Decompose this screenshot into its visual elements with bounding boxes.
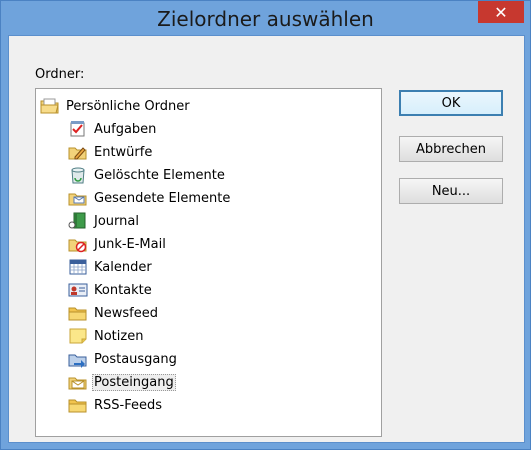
tree-item-label: Gelöschte Elemente bbox=[94, 167, 225, 183]
tree-item-notizen[interactable]: Notizen bbox=[68, 325, 145, 347]
tree-item-label: Posteingang bbox=[92, 373, 176, 391]
calendar-icon bbox=[68, 258, 88, 276]
tree-item-label: Junk-E-Mail bbox=[94, 236, 166, 252]
ok-button[interactable]: OK bbox=[399, 90, 503, 116]
sent-items-icon bbox=[68, 189, 88, 207]
tree-item-entwuerfe[interactable]: Entwürfe bbox=[68, 141, 154, 163]
tree-item-label: Postausgang bbox=[94, 351, 177, 367]
folder-icon bbox=[68, 396, 88, 414]
tree-item-journal[interactable]: Journal bbox=[68, 210, 141, 232]
cancel-button[interactable]: Abbrechen bbox=[399, 136, 503, 162]
tasks-icon bbox=[68, 120, 88, 138]
tree-item-label: Gesendete Elemente bbox=[94, 190, 231, 206]
folder-label: Ordner: bbox=[35, 67, 85, 82]
folder-icon bbox=[68, 304, 88, 322]
title-bar[interactable]: Zielordner auswählen ✕ bbox=[1, 1, 530, 35]
tree-item-kalender[interactable]: Kalender bbox=[68, 256, 154, 278]
tree-item-aufgaben[interactable]: Aufgaben bbox=[68, 118, 158, 140]
folder-tree[interactable]: Persönliche Ordner Aufgaben Entwürfe Gel… bbox=[35, 88, 382, 437]
deleted-items-icon bbox=[68, 166, 88, 184]
new-button[interactable]: Neu... bbox=[399, 178, 503, 204]
close-icon: ✕ bbox=[494, 2, 508, 22]
dialog-body: Ordner: Persönliche Ordner Aufgaben Entw… bbox=[8, 35, 525, 443]
contacts-icon bbox=[68, 281, 88, 299]
tree-item-geloeschte-elemente[interactable]: Gelöschte Elemente bbox=[68, 164, 227, 186]
journal-icon bbox=[68, 212, 88, 230]
personal-folders-icon bbox=[40, 97, 60, 115]
tree-item-posteingang[interactable]: Posteingang bbox=[68, 371, 176, 393]
tree-item-gesendete-elemente[interactable]: Gesendete Elemente bbox=[68, 187, 232, 209]
notes-icon bbox=[68, 327, 88, 345]
tree-item-kontakte[interactable]: Kontakte bbox=[68, 279, 154, 301]
drafts-icon bbox=[68, 143, 88, 161]
outbox-icon bbox=[68, 350, 88, 368]
tree-item-postausgang[interactable]: Postausgang bbox=[68, 348, 179, 370]
tree-item-label: Entwürfe bbox=[94, 144, 153, 160]
tree-item-label: Notizen bbox=[94, 328, 144, 344]
dialog-window: Zielordner auswählen ✕ Ordner: Persönlic… bbox=[0, 0, 531, 450]
inbox-icon bbox=[68, 373, 88, 391]
tree-item-label: Aufgaben bbox=[94, 121, 157, 137]
tree-item-junk-e-mail[interactable]: Junk-E-Mail bbox=[68, 233, 168, 255]
tree-item-newsfeed[interactable]: Newsfeed bbox=[68, 302, 160, 324]
tree-item-rss-feeds[interactable]: RSS-Feeds bbox=[68, 394, 164, 416]
tree-item-label: Kontakte bbox=[94, 282, 152, 298]
tree-item-label: Journal bbox=[94, 213, 139, 229]
close-button[interactable]: ✕ bbox=[478, 1, 524, 23]
tree-item-label: Kalender bbox=[94, 259, 152, 275]
dialog-title: Zielordner auswählen bbox=[157, 7, 374, 31]
tree-item-label: Newsfeed bbox=[94, 305, 158, 321]
tree-item-label: RSS-Feeds bbox=[94, 397, 163, 413]
tree-item-label: Persönliche Ordner bbox=[66, 98, 190, 114]
tree-item-personal-folders[interactable]: Persönliche Ordner bbox=[40, 95, 192, 117]
junk-mail-icon bbox=[68, 235, 88, 253]
